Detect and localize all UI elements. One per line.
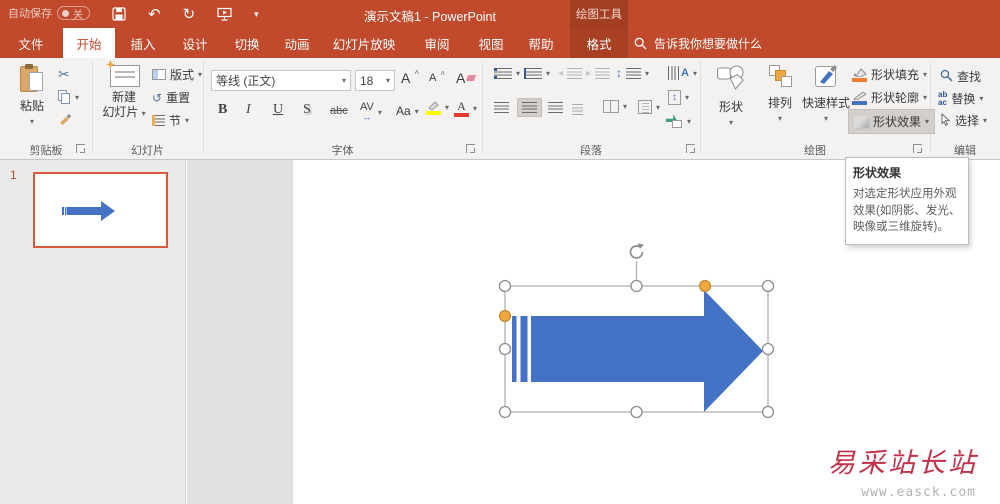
tooltip-body: 对选定形状应用外观效果(如阴影、发光、映像或三维旋转)。 <box>853 188 961 234</box>
watermark-url: www.easck.com <box>861 485 976 500</box>
resize-handle-se[interactable] <box>761 405 775 419</box>
shape-effects-tooltip: 形状效果 对选定形状应用外观效果(如阴影、发光、映像或三维旋转)。 <box>845 157 969 246</box>
watermark-title: 易采站长站 <box>828 448 978 479</box>
rotate-handle[interactable] <box>627 243 646 261</box>
striped-right-arrow-shape[interactable] <box>512 290 763 412</box>
resize-handle-sw[interactable] <box>498 405 512 419</box>
resize-handle-ne[interactable] <box>761 279 775 293</box>
resize-handle-n[interactable] <box>630 279 643 293</box>
powerpoint-window: 自动保存 关 ↶ ↻ ▾ 演示文稿1 - PowerPoint 绘图工具 文件 … <box>0 0 1000 504</box>
resize-handle-nw[interactable] <box>498 279 512 293</box>
tooltip-title: 形状效果 <box>853 166 902 180</box>
resize-handle-w[interactable] <box>498 342 512 356</box>
resize-handle-e[interactable] <box>761 342 775 356</box>
resize-handle-s[interactable] <box>630 405 643 419</box>
shape-selection-layer <box>498 243 775 419</box>
adjust-handle-left[interactable] <box>498 309 512 323</box>
adjust-handle-top[interactable] <box>698 279 712 293</box>
